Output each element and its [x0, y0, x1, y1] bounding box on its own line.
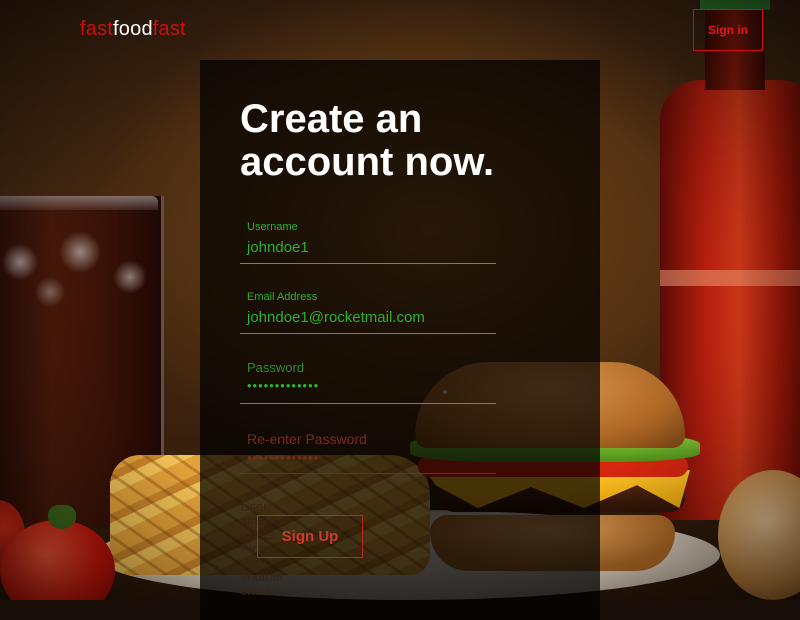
username-label: Username [247, 221, 298, 233]
sign-in-button[interactable]: Sign in [693, 9, 763, 51]
confirm-password-label: Re-enter Password [247, 431, 367, 447]
username-field[interactable]: Username johndoe1 [240, 218, 496, 266]
signup-form-panel: Create an account now. Username johndoe1… [200, 60, 600, 620]
email-field[interactable]: Email Address johndoe1@rocketmail.com [240, 288, 496, 336]
page-title: Create an account now. [240, 98, 560, 184]
username-underline [240, 263, 496, 264]
logo-part-fast: fast [80, 18, 114, 40]
password-underline [240, 403, 496, 404]
logo-part-food: food [113, 18, 153, 40]
logo-part-fast-2: fast [152, 18, 186, 40]
title-line-1: Create an [240, 97, 423, 141]
confirm-password-underline [240, 473, 496, 474]
confirm-password-input[interactable]: ••••••••••••• [247, 450, 319, 465]
email-label: Email Address [247, 291, 318, 303]
title-line-2: account now. [240, 140, 495, 184]
username-input[interactable]: johndoe1 [247, 239, 309, 256]
confirm-password-field[interactable]: Re-enter Password ••••••••••••• [240, 428, 496, 476]
password-field[interactable]: Password ••••••••••••• [240, 358, 496, 406]
password-input[interactable]: ••••••••••••• [247, 378, 319, 393]
brand-logo[interactable]: fastfoodfast [80, 18, 186, 41]
email-underline [240, 333, 496, 334]
password-label: Password [247, 360, 305, 375]
sign-up-button[interactable]: Sign Up [257, 515, 363, 558]
email-input[interactable]: johndoe1@rocketmail.com [247, 309, 425, 326]
